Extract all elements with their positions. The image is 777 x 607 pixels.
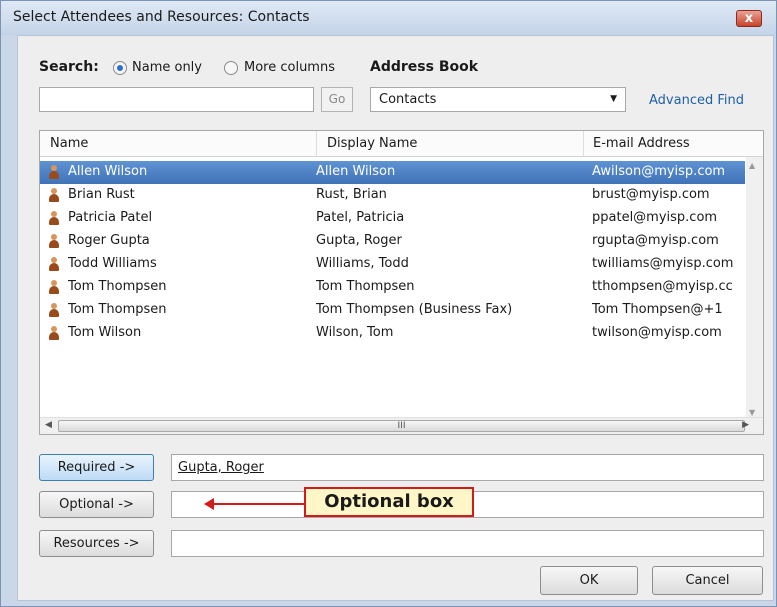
row-email: ppatel@myisp.com xyxy=(592,210,718,225)
row-display-name: Tom Thompsen xyxy=(316,279,415,294)
row-name: Patricia Patel xyxy=(68,210,153,225)
row-display-name: Wilson, Tom xyxy=(316,325,394,340)
optional-box-callout: Optional box xyxy=(304,487,474,517)
row-display-name: Rust, Brian xyxy=(316,187,387,202)
close-button[interactable]: x xyxy=(736,10,762,27)
name-only-label[interactable]: Name only xyxy=(132,60,202,75)
contacts-list[interactable]: Name Display Name E-mail Address Allen W… xyxy=(39,130,764,435)
address-book-selected: Contacts xyxy=(379,92,437,107)
resources-button[interactable]: Resources -> xyxy=(39,530,154,557)
dialog-title: Select Attendees and Resources: Contacts xyxy=(13,9,310,25)
callout-arrow xyxy=(208,503,304,505)
search-input[interactable] xyxy=(39,87,314,112)
more-columns-label[interactable]: More columns xyxy=(244,60,335,75)
row-email: twilson@myisp.com xyxy=(592,325,722,340)
row-display-name: Allen Wilson xyxy=(316,164,396,179)
row-display-name: Williams, Todd xyxy=(316,256,409,271)
contact-icon xyxy=(48,326,60,340)
table-row[interactable]: Patricia Patel Patel, Patricia ppatel@my… xyxy=(40,207,745,230)
required-button[interactable]: Required -> xyxy=(39,454,154,481)
column-header-name[interactable]: Name xyxy=(50,136,88,151)
dialog-window: Select Attendees and Resources: Contacts… xyxy=(0,0,777,607)
optional-button[interactable]: Optional -> xyxy=(39,491,154,518)
row-name: Allen Wilson xyxy=(68,164,148,179)
row-email: tthompsen@myisp.cc xyxy=(592,279,733,294)
contact-icon xyxy=(48,303,60,317)
column-divider[interactable] xyxy=(316,131,317,157)
row-name: Roger Gupta xyxy=(68,233,150,248)
resources-field[interactable] xyxy=(171,530,764,557)
table-row[interactable]: Brian Rust Rust, Brian brust@myisp.com xyxy=(40,184,745,207)
title-bar: Select Attendees and Resources: Contacts… xyxy=(1,1,776,35)
column-divider[interactable] xyxy=(583,131,584,157)
horizontal-scrollbar[interactable]: ◀ III ▶ xyxy=(40,417,763,434)
more-columns-radio[interactable] xyxy=(224,61,238,75)
list-rows: Allen Wilson Allen Wilson Awilson@myisp.… xyxy=(40,161,745,345)
scroll-right-arrow-icon[interactable]: ▶ xyxy=(742,420,749,430)
row-display-name: Gupta, Roger xyxy=(316,233,402,248)
address-book-label: Address Book xyxy=(370,59,479,75)
table-row[interactable]: Roger Gupta Gupta, Roger rgupta@myisp.co… xyxy=(40,230,745,253)
contact-icon xyxy=(48,280,60,294)
row-name: Todd Williams xyxy=(68,256,157,271)
required-field[interactable]: Gupta, Roger xyxy=(171,454,764,481)
address-book-select[interactable]: Contacts ▼ xyxy=(370,87,626,112)
contact-icon xyxy=(48,257,60,271)
row-name: Tom Wilson xyxy=(68,325,142,340)
scroll-up-arrow-icon[interactable]: ▲ xyxy=(749,161,755,170)
list-header: Name Display Name E-mail Address xyxy=(40,131,763,157)
vertical-scrollbar[interactable]: ▲ ▼ xyxy=(746,157,763,419)
row-display-name: Tom Thompsen (Business Fax) xyxy=(316,302,513,317)
scroll-left-arrow-icon[interactable]: ◀ xyxy=(45,420,52,430)
table-row[interactable]: Todd Williams Williams, Todd twilliams@m… xyxy=(40,253,745,276)
column-header-email[interactable]: E-mail Address xyxy=(593,136,690,151)
table-row[interactable]: Tom Wilson Wilson, Tom twilson@myisp.com xyxy=(40,322,745,345)
table-row[interactable]: Allen Wilson Allen Wilson Awilson@myisp.… xyxy=(40,161,745,184)
scroll-down-arrow-icon[interactable]: ▼ xyxy=(749,408,755,417)
row-email: brust@myisp.com xyxy=(592,187,710,202)
required-attendee[interactable]: Gupta, Roger xyxy=(178,460,264,475)
chevron-down-icon[interactable]: ▼ xyxy=(610,88,617,111)
row-name: Brian Rust xyxy=(68,187,135,202)
row-name: Tom Thompsen xyxy=(68,279,167,294)
go-button[interactable]: Go xyxy=(321,87,353,112)
ok-button[interactable]: OK xyxy=(540,566,638,595)
row-display-name: Patel, Patricia xyxy=(316,210,405,225)
contact-icon xyxy=(48,234,60,248)
table-row[interactable]: Tom Thompsen Tom Thompsen (Business Fax)… xyxy=(40,299,745,322)
row-email: Tom Thompsen@+1 xyxy=(592,302,723,317)
contact-icon xyxy=(48,211,60,225)
row-email: twilliams@myisp.com xyxy=(592,256,734,271)
contact-icon xyxy=(48,188,60,202)
horizontal-scroll-thumb[interactable]: III xyxy=(58,420,745,432)
contact-icon xyxy=(48,165,60,179)
column-header-display-name[interactable]: Display Name xyxy=(327,136,417,151)
row-email: Awilson@myisp.com xyxy=(592,164,726,179)
advanced-find-link[interactable]: Advanced Find xyxy=(649,93,744,108)
table-row[interactable]: Tom Thompsen Tom Thompsen tthompsen@myis… xyxy=(40,276,745,299)
search-label: Search: xyxy=(39,59,99,75)
dialog-client-area: Search: Name only More columns Address B… xyxy=(17,35,774,601)
row-name: Tom Thompsen xyxy=(68,302,167,317)
name-only-radio[interactable] xyxy=(113,61,127,75)
row-email: rgupta@myisp.com xyxy=(592,233,719,248)
cancel-button[interactable]: Cancel xyxy=(652,566,763,595)
